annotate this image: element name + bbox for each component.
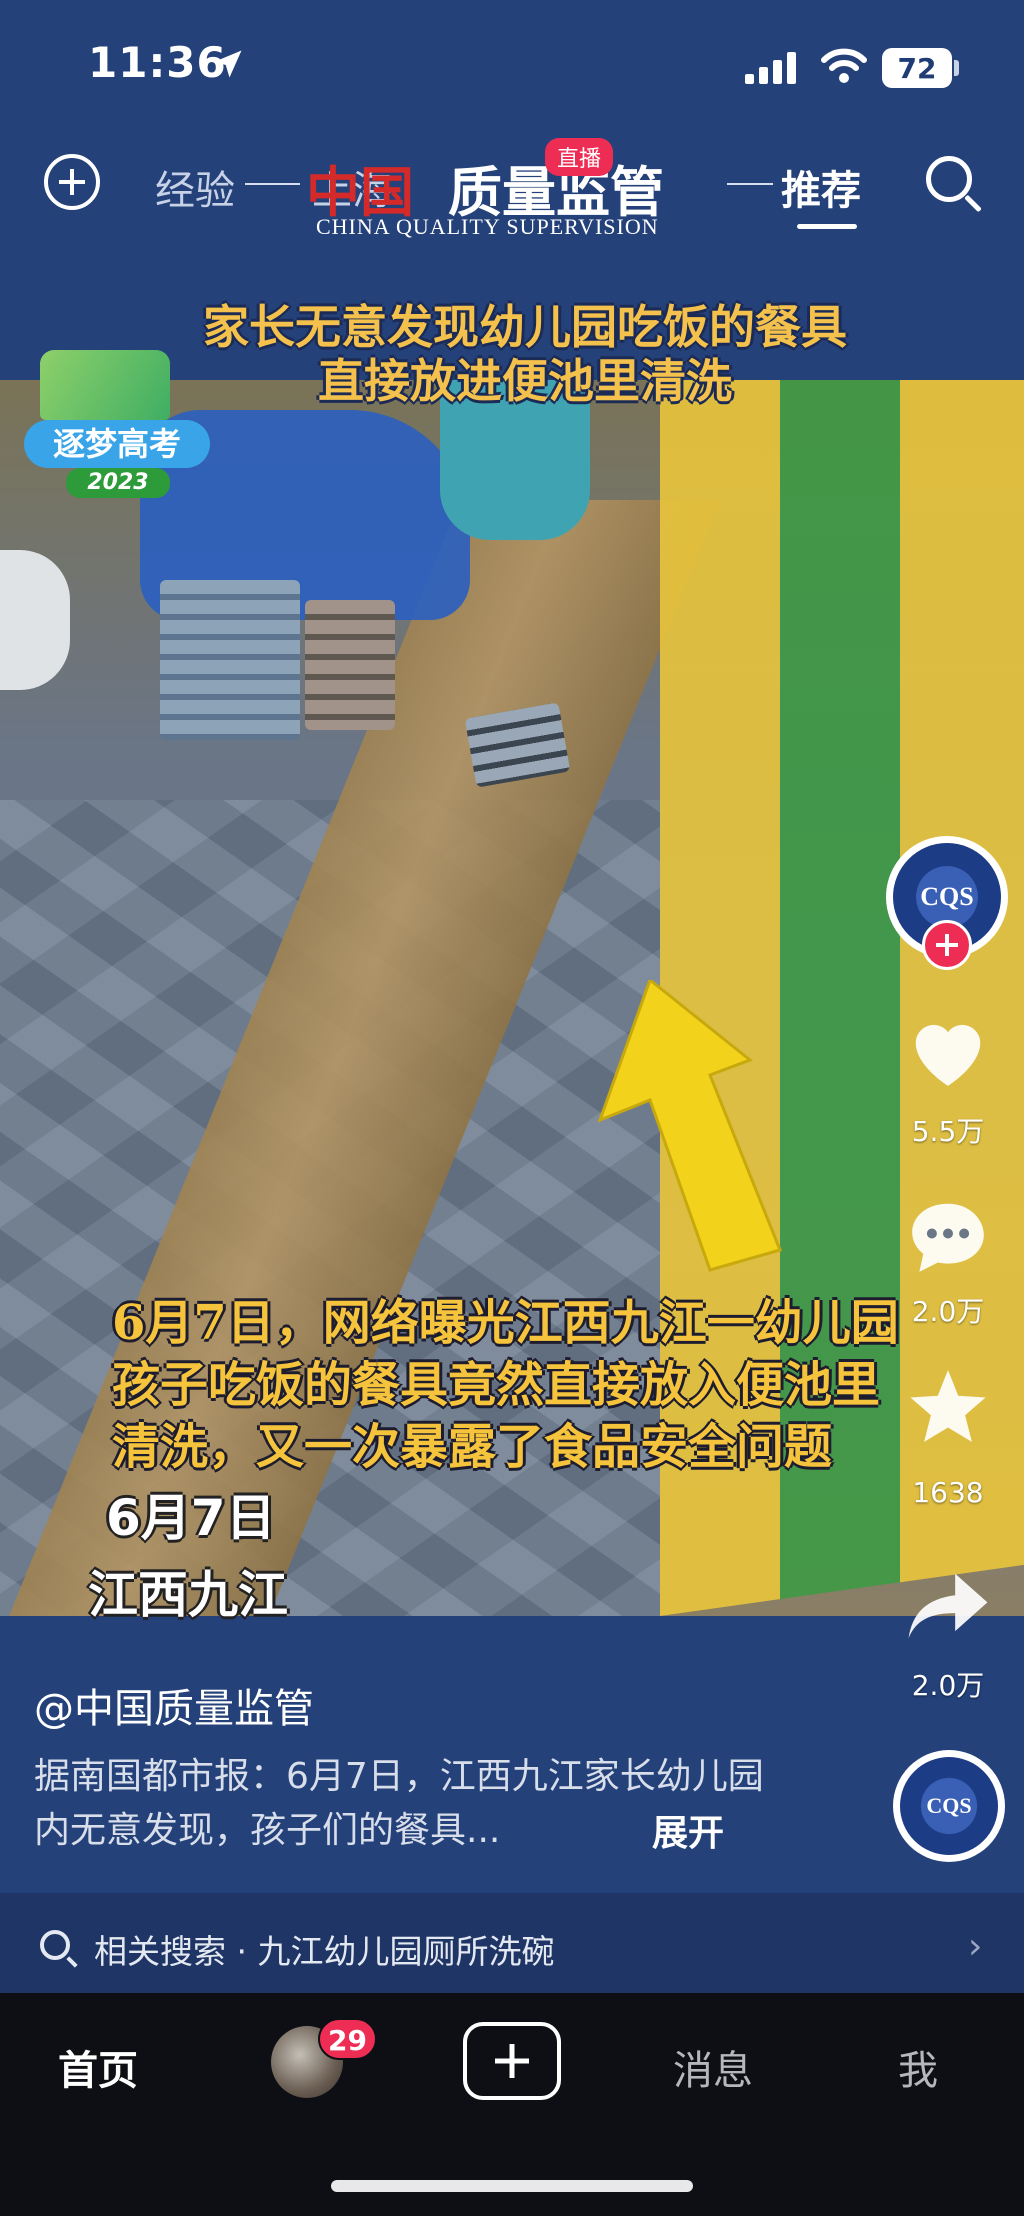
video-basin <box>0 550 70 690</box>
live-badge[interactable]: 直播 <box>545 138 614 176</box>
battery-indicator: 72 <box>882 48 952 88</box>
promo-badge-title[interactable]: 逐梦高考 <box>24 420 210 468</box>
heart-icon[interactable] <box>905 1010 991 1090</box>
create-plus-icon[interactable] <box>463 2022 561 2100</box>
music-disc-label: CQS <box>900 1757 998 1855</box>
comment-icon[interactable] <box>905 1196 991 1276</box>
star-icon[interactable] <box>907 1366 989 1446</box>
follow-button[interactable] <box>922 920 972 970</box>
comment-count: 2.0万 <box>911 1295 985 1328</box>
video-overlay-place: 江西九江 <box>88 1566 288 1624</box>
caption-line: 直接放进便池里清洗 <box>318 354 732 408</box>
share-icon[interactable] <box>905 1570 991 1642</box>
nav-me[interactable]: 我 <box>898 2038 938 2096</box>
wifi-icon <box>821 48 867 83</box>
video-caption-bottom: 6月7日，网络曝光江西九江一幼儿园 孩子吃饭的餐具竟然直接放入便池里 清洗，又一… <box>112 1292 1012 1478</box>
share-count: 2.0万 <box>911 1669 985 1702</box>
promo-badge-year: 2023 <box>66 468 170 498</box>
favorite-count: 1638 <box>912 1476 984 1509</box>
caption-line: 孩子吃饭的餐具竟然直接放入便池里 <box>112 1357 881 1413</box>
chevron-right-icon[interactable]: › <box>968 1926 982 1967</box>
signal-icon <box>745 52 796 84</box>
status-time: 11:36 <box>88 38 227 87</box>
search-icon <box>40 1930 70 1960</box>
search-icon[interactable] <box>926 156 972 202</box>
video-tray-stack <box>160 580 300 740</box>
home-indicator <box>331 2180 693 2192</box>
plus-icon[interactable] <box>44 154 100 210</box>
expand-button[interactable]: 展开 <box>652 1804 724 1856</box>
divider <box>727 183 773 185</box>
video-tray-stack <box>305 600 395 730</box>
divider <box>245 183 300 185</box>
like-count: 5.5万 <box>911 1115 985 1148</box>
brand-logo-english: CHINA QUALITY SUPERVISION <box>316 214 659 239</box>
nav-home[interactable]: 首页 <box>58 2038 138 2096</box>
nav-messages[interactable]: 消息 <box>673 2038 753 2096</box>
music-disc[interactable]: CQS <box>893 1750 1005 1862</box>
tab-experience[interactable]: 经验 <box>155 158 235 216</box>
location-arrow-icon <box>214 50 242 78</box>
author-name[interactable]: @中国质量监管 <box>34 1676 314 1734</box>
battery-tip <box>954 60 959 76</box>
video-caption-top: 家长无意发现幼儿园吃饭的餐具 直接放进便池里清洗 <box>100 300 950 408</box>
related-search-label[interactable]: 相关搜索 · 九江幼儿园厕所洗碗 <box>94 1925 554 1973</box>
notification-badge: 29 <box>318 2018 377 2060</box>
video-overlay-date: 6月7日 <box>106 1489 276 1547</box>
promo-book-icon <box>40 350 170 420</box>
active-tab-indicator <box>797 224 857 229</box>
yellow-arrow-icon <box>597 980 783 1272</box>
caption-line: 家长无意发现幼儿园吃饭的餐具 <box>203 300 847 354</box>
caption-line: 清洗，又一次暴露了食品安全问题 <box>112 1419 833 1475</box>
caption-line: 6月7日，网络曝光江西九江一幼儿园 <box>112 1295 899 1351</box>
tab-recommended[interactable]: 推荐 <box>781 158 861 216</box>
